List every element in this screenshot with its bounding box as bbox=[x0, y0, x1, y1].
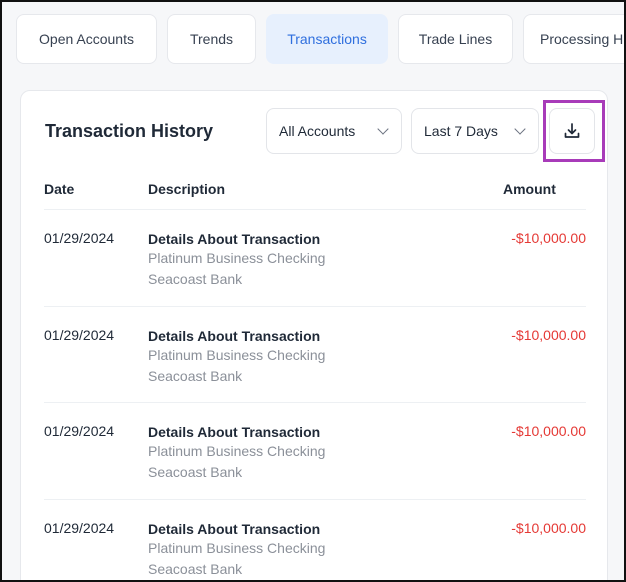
transaction-bank: Seacoast Bank bbox=[148, 271, 243, 287]
transaction-account: Platinum Business Checking bbox=[148, 250, 326, 266]
transaction-amount: -$10,000.00 bbox=[511, 326, 586, 343]
card-title: Transaction History bbox=[45, 121, 214, 141]
tab-transactions[interactable]: Transactions bbox=[266, 14, 388, 64]
transaction-account: Platinum Business Checking bbox=[148, 539, 326, 556]
transaction-amount: -$10,000.00 bbox=[511, 230, 586, 246]
table-row[interactable]: 01/29/2024 Details About Transaction Pla… bbox=[44, 305, 586, 403]
transaction-bank: Seacoast Bank bbox=[148, 560, 243, 577]
tab-trends[interactable]: Trends bbox=[167, 14, 256, 64]
transaction-date: 01/29/2024 bbox=[44, 519, 115, 536]
transaction-title: Details About Transaction bbox=[148, 231, 321, 247]
table-row[interactable]: 01/29/2024 Details About Transaction Pla… bbox=[44, 209, 586, 306]
tab-bar: Open Accounts Trends Transactions Trade … bbox=[16, 14, 624, 66]
chevron-down-icon bbox=[514, 123, 526, 135]
download-button[interactable] bbox=[549, 108, 595, 154]
transaction-date: 01/29/2024 bbox=[44, 423, 115, 439]
transaction-amount: -$10,000.00 bbox=[511, 423, 586, 439]
accounts-filter-dropdown[interactable]: All Accounts bbox=[266, 108, 402, 154]
screenshot-frame: Open Accounts Trends Transactions Trade … bbox=[0, 0, 626, 582]
transaction-amount: -$10,000.00 bbox=[511, 519, 586, 536]
transaction-description: Details About Transaction Platinum Busin… bbox=[148, 230, 325, 290]
column-header-date: Date bbox=[44, 181, 75, 197]
column-header-description: Description bbox=[148, 181, 226, 197]
transaction-account: Platinum Business Checking bbox=[148, 443, 326, 459]
transaction-description: Details About Transaction Platinum Busin… bbox=[148, 520, 325, 580]
transaction-bank: Seacoast Bank bbox=[148, 367, 243, 384]
transaction-title: Details About Transaction bbox=[148, 424, 321, 440]
transaction-title: Details About Transaction bbox=[148, 327, 321, 344]
transaction-history-card: Transaction History All Accounts Last 7 … bbox=[20, 90, 608, 581]
transaction-description: Details About Transaction Platinum Busin… bbox=[148, 423, 325, 483]
date-range-dropdown[interactable]: Last 7 Days bbox=[411, 108, 539, 154]
download-icon bbox=[564, 123, 580, 138]
table-row[interactable]: 01/29/2024 Details About Transaction Pla… bbox=[44, 402, 586, 499]
chevron-down-icon bbox=[377, 123, 389, 135]
accounts-filter-label: All Accounts bbox=[279, 123, 356, 139]
table-row[interactable]: 01/29/2024 Details About Transaction Pla… bbox=[44, 498, 586, 581]
tab-trade-lines[interactable]: Trade Lines bbox=[398, 14, 513, 64]
transaction-date: 01/29/2024 bbox=[44, 326, 115, 343]
transaction-date: 01/29/2024 bbox=[44, 230, 115, 246]
column-header-amount: Amount bbox=[503, 181, 556, 197]
transaction-title: Details About Transaction bbox=[148, 520, 321, 537]
transaction-description: Details About Transaction Platinum Busin… bbox=[148, 327, 325, 387]
date-range-label: Last 7 Days bbox=[424, 123, 498, 139]
transaction-account: Platinum Business Checking bbox=[148, 346, 326, 363]
tab-open-accounts[interactable]: Open Accounts bbox=[16, 14, 157, 64]
transaction-list: 01/29/2024 Details About Transaction Pla… bbox=[44, 209, 586, 581]
tab-processing-history[interactable]: Processing His bbox=[523, 14, 624, 64]
transaction-bank: Seacoast Bank bbox=[148, 464, 243, 480]
